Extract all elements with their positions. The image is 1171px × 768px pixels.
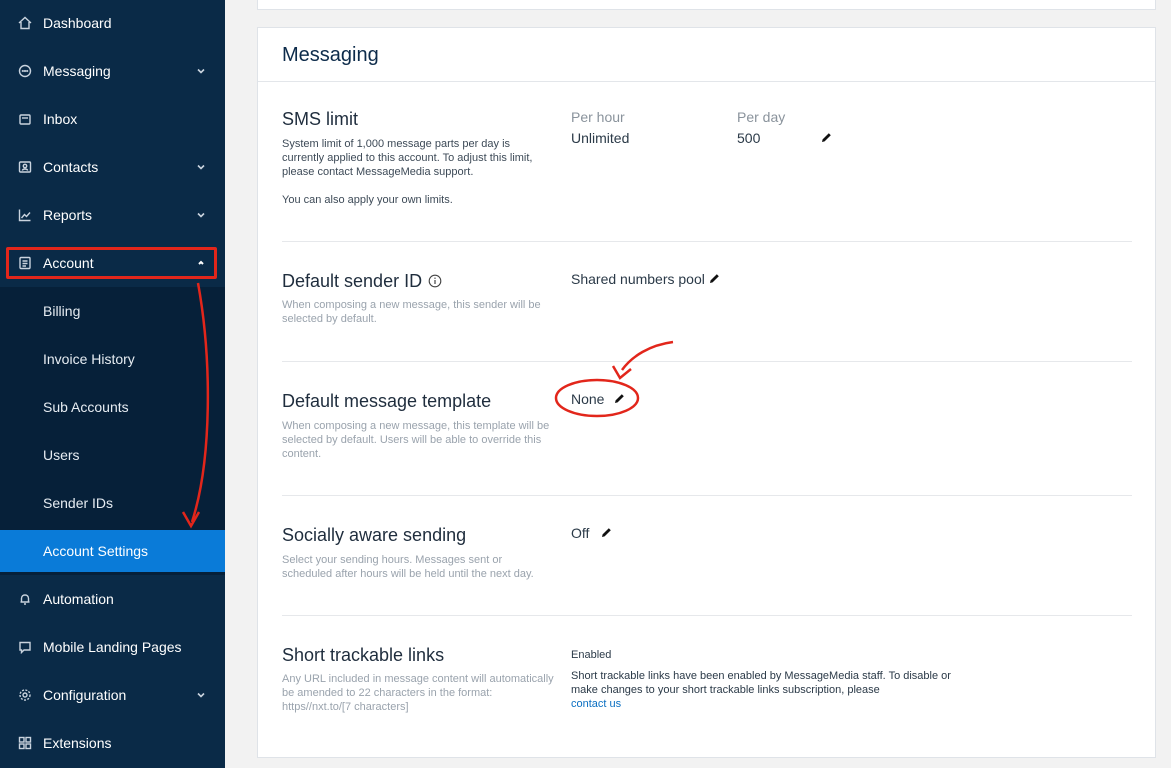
sender-id-title: Default sender ID bbox=[282, 271, 442, 292]
chevron-down-icon bbox=[195, 64, 207, 76]
divider bbox=[258, 81, 1155, 82]
home-icon bbox=[18, 16, 32, 30]
sidebar-subitem-sub-accounts[interactable]: Sub Accounts bbox=[0, 387, 225, 427]
per-day-value: 500 bbox=[737, 130, 761, 146]
document-icon bbox=[18, 256, 32, 270]
sidebar-item-label: Automation bbox=[43, 591, 114, 607]
sms-limit-own-limits: You can also apply your own limits. bbox=[282, 194, 453, 206]
contacts-icon bbox=[18, 160, 32, 174]
sidebar-item-automation[interactable]: Automation bbox=[0, 579, 225, 619]
edit-social-pencil-icon[interactable] bbox=[600, 526, 613, 539]
edit-sms-limit-pencil-icon[interactable] bbox=[820, 131, 833, 144]
sms-limit-description: System limit of 1,000 message parts per … bbox=[282, 138, 533, 178]
contact-us-link[interactable]: contact us bbox=[571, 698, 621, 710]
sidebar-item-extensions[interactable]: Extensions bbox=[0, 723, 225, 763]
sidebar-item-mobile-landing-pages[interactable]: Mobile Landing Pages bbox=[0, 627, 225, 667]
sidebar-item-messaging[interactable]: Messaging bbox=[0, 51, 225, 91]
per-day-label: Per day bbox=[737, 109, 786, 125]
links-title: Short trackable links bbox=[282, 645, 445, 665]
template-description: When composing a new message, this templ… bbox=[282, 420, 550, 460]
chevron-down-icon bbox=[195, 160, 207, 172]
messaging-card: Messaging SMS limit System limit of 1,00… bbox=[257, 27, 1156, 758]
sidebar-item-label: Dashboard bbox=[43, 15, 112, 31]
gear-icon bbox=[18, 688, 32, 702]
links-info: Short trackable links have been enabled … bbox=[571, 670, 951, 710]
sidebar-item-reports[interactable]: Reports bbox=[0, 195, 225, 235]
divider bbox=[282, 241, 1132, 242]
chat-icon bbox=[18, 64, 32, 78]
sidebar-item-inbox[interactable]: Inbox bbox=[0, 99, 225, 139]
bell-icon bbox=[18, 592, 32, 606]
sidebar-item-label: Configuration bbox=[43, 687, 127, 703]
sidebar-subitem-account-settings[interactable]: Account Settings bbox=[0, 530, 225, 572]
card-title: Messaging bbox=[282, 44, 379, 66]
divider bbox=[282, 615, 1132, 616]
divider bbox=[282, 495, 1132, 496]
sidebar-item-account[interactable]: Account bbox=[0, 243, 225, 283]
per-hour-label: Per hour bbox=[571, 109, 625, 125]
chevron-down-icon bbox=[195, 208, 207, 220]
grid-icon bbox=[18, 736, 32, 750]
social-value: Off bbox=[571, 525, 590, 541]
social-title: Socially aware sending bbox=[282, 525, 467, 545]
sidebar-item-contacts[interactable]: Contacts bbox=[0, 147, 225, 187]
previous-card bbox=[257, 0, 1156, 10]
sidebar-item-label: Messaging bbox=[43, 63, 111, 79]
sidebar-item-configuration[interactable]: Configuration bbox=[0, 675, 225, 715]
sidebar-item-label: Reports bbox=[43, 207, 93, 223]
sidebar-subitem-users[interactable]: Users bbox=[0, 435, 225, 475]
divider bbox=[282, 361, 1132, 362]
chart-icon bbox=[18, 208, 32, 222]
template-title: Default message template bbox=[282, 391, 492, 411]
sidebar-item-label: Contacts bbox=[43, 159, 99, 175]
template-value: None bbox=[571, 391, 605, 407]
sender-id-value: Shared numbers pool bbox=[571, 271, 705, 287]
sidebar-item-label: Mobile Landing Pages bbox=[43, 639, 182, 655]
sms-limit-title: SMS limit bbox=[282, 109, 358, 129]
sidebar-item-label: Extensions bbox=[43, 735, 112, 751]
sidebar-item-label: Account bbox=[43, 255, 94, 271]
page-icon bbox=[18, 640, 32, 654]
edit-sender-id-pencil-icon[interactable] bbox=[708, 272, 721, 285]
inbox-icon bbox=[18, 112, 32, 126]
chevron-down-icon bbox=[195, 688, 207, 700]
sidebar-subitem-sender-ids[interactable]: Sender IDs bbox=[0, 483, 225, 523]
sidebar: Dashboard Messaging Inbox Contacts Repor… bbox=[0, 0, 225, 768]
social-description: Select your sending hours. Messages sent… bbox=[282, 554, 534, 580]
links-status: Enabled bbox=[571, 649, 612, 661]
links-description: Any URL included in message content will… bbox=[282, 673, 554, 713]
chevron-up-icon bbox=[195, 256, 207, 268]
per-hour-value: Unlimited bbox=[571, 130, 630, 146]
sidebar-item-dashboard[interactable]: Dashboard bbox=[0, 3, 225, 43]
sidebar-subitem-billing[interactable]: Billing bbox=[0, 291, 225, 331]
edit-template-pencil-icon[interactable] bbox=[613, 392, 626, 405]
info-icon[interactable] bbox=[428, 274, 442, 288]
sidebar-subitem-invoice-history[interactable]: Invoice History bbox=[0, 339, 225, 379]
sender-id-description: When composing a new message, this sende… bbox=[282, 299, 541, 325]
sidebar-item-label: Inbox bbox=[43, 111, 78, 127]
